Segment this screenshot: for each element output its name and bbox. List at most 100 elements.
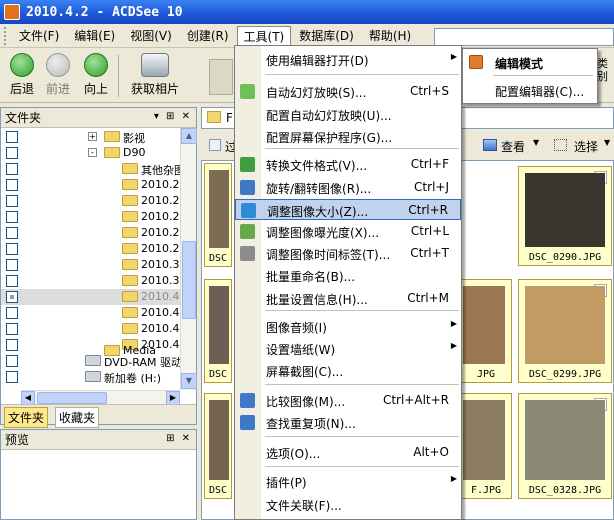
back-arrow-icon [10,53,34,77]
tools-menu-item[interactable]: 旋转/翻转图像(R)... Ctrl+J [235,177,461,198]
menu-database[interactable]: 数据库(D) [292,25,361,46]
menu-item-label: 旋转/翻转图像(R)... [266,182,372,196]
tree-checkbox[interactable] [6,131,18,143]
acquire-photos-button[interactable]: 获取相片 [126,53,184,97]
menu-separator [265,384,459,385]
tree-checkbox[interactable] [6,371,18,383]
tree-item[interactable]: 2010.2. [1,177,196,193]
tree-item[interactable]: 2010.3. [1,273,196,289]
menu-create[interactable]: 创建(R) [180,25,236,46]
tools-menu-item[interactable]: 转换文件格式(V)... Ctrl+F [235,154,461,175]
tab-folders[interactable]: 文件夹 [4,407,49,428]
tree-item[interactable]: 2010.4. [1,289,196,305]
menu-edit[interactable]: 编辑(E) [67,25,122,46]
scroll-right-button[interactable]: ▶ [166,391,180,405]
submenu-configure-editor[interactable]: 配置编辑器(C)... [463,79,597,101]
folder-pane-tabs: 文件夹 收藏夹 [1,404,196,428]
tools-menu-item[interactable]: 配置自动幻灯放映(U)... [235,104,461,125]
tree-item[interactable]: 2010.4. [1,305,196,321]
thumbnail-item[interactable]: DSC_0299.JPG [518,279,612,383]
folder-icon [122,179,138,190]
folder-pane-title: 文件夹 [5,111,42,125]
menu-view[interactable]: 视图(V) [123,25,179,46]
toolbar-partial-button[interactable] [209,59,233,95]
tools-menu-item[interactable]: 调整图像大小(Z)... Ctrl+R [235,199,461,220]
menu-item-label: 使用编辑器打开(D) [266,54,369,68]
pane-controls[interactable]: ▾ ⊞ ✕ [154,111,192,122]
menu-file[interactable]: 文件(F) [12,25,66,46]
tree-expander-icon[interactable]: - [88,148,97,157]
tools-menu-item[interactable]: 比较图像(M)... Ctrl+Alt+R [235,390,461,411]
thumbnail-item[interactable]: JPG [460,279,512,383]
tools-menu-item[interactable]: 屏幕截图(C)... [235,360,461,381]
preview-pane-title: 预览 [5,433,30,447]
thumbnail-item[interactable]: DSC_0328.JPG [518,393,612,499]
hscroll-thumb[interactable] [37,392,107,404]
tools-menu-item[interactable]: 调整图像时间标签(T)... Ctrl+T [235,243,461,264]
tools-menu-item[interactable]: 使用编辑器打开(D) ▶ [235,49,461,70]
tree-item-label: 2010.4. [141,306,183,319]
thumbnail-item[interactable]: F.JPG [460,393,512,499]
tree-item[interactable]: + 影视 [1,129,196,145]
tree-item[interactable]: DVD-RAM 驱动器 [1,353,196,369]
tools-menu-item[interactable]: 文件关联(F)... [235,494,461,515]
scroll-down-button[interactable]: ▼ [181,373,197,389]
tree-checkbox[interactable] [6,227,18,239]
tools-menu-item[interactable]: 选项(O)... Alt+O [235,442,461,463]
tree-vertical-scrollbar[interactable]: ▲ ▼ [180,128,197,390]
thumbnail-item[interactable]: DSC_0290.JPG [518,166,612,266]
tools-menu-item[interactable]: 批量设置信息(H)... Ctrl+M [235,288,461,309]
tree-item[interactable]: 2010.4. [1,321,196,337]
search-input[interactable] [434,28,614,46]
tree-item[interactable]: 2010.3. [1,257,196,273]
menubar-grip[interactable] [4,26,8,45]
tree-item[interactable]: 2010.2. [1,209,196,225]
tools-menu-item[interactable]: 调整图像曝光度(X)... Ctrl+L [235,221,461,242]
tree-item[interactable]: 2010.2. [1,241,196,257]
tree-checkbox[interactable] [6,163,18,175]
thumbnail-item[interactable]: DSC [204,393,232,499]
tree-checkbox[interactable] [6,323,18,335]
tree-item[interactable]: 其他杂图 [1,161,196,177]
scroll-left-button[interactable]: ◀ [21,391,35,405]
tree-checkbox[interactable] [6,147,18,159]
tree-item[interactable]: - D90 [1,145,196,161]
back-button[interactable]: 后退 [6,53,38,97]
tab-favorites[interactable]: 收藏夹 [55,407,100,428]
tree-checkbox[interactable] [6,259,18,271]
tree-checkbox[interactable] [6,211,18,223]
tree-expander-icon[interactable]: + [88,132,97,141]
tools-menu-item[interactable]: 批量重命名(B)... [235,265,461,286]
menu-help[interactable]: 帮助(H) [362,25,418,46]
up-button[interactable]: 向上 [80,53,112,97]
tree-horizontal-scrollbar[interactable]: ◀ ▶ [21,390,180,405]
select-dropdown-arrow-icon[interactable]: ▼ [604,138,610,147]
tree-checkbox[interactable] [6,179,18,191]
tools-menu-item[interactable]: 自动幻灯放映(S)... Ctrl+S [235,81,461,102]
tools-menu-item[interactable]: 图像音频(I) ▶ [235,316,461,337]
tree-checkbox[interactable] [6,291,18,303]
tree-checkbox[interactable] [6,243,18,255]
submenu-edit-mode[interactable]: 编辑模式 [463,51,597,73]
tools-menu-item[interactable]: 设置墙纸(W) ▶ [235,338,461,359]
tree-checkbox[interactable] [6,275,18,287]
tree-checkbox[interactable] [6,355,18,367]
select-button[interactable]: 选择 [574,138,598,155]
view-dropdown-arrow-icon[interactable]: ▼ [533,138,539,147]
scroll-thumb[interactable] [182,241,196,319]
thumbnail-item[interactable]: DSC [204,163,232,267]
menu-tools[interactable]: 工具(T) [236,25,292,46]
tools-menu-item[interactable]: 配置屏幕保护程序(G)... [235,126,461,147]
tree-item[interactable]: 2010.2. [1,193,196,209]
tools-menu-item[interactable]: 查找重复项(N)... [235,412,461,433]
tree-checkbox[interactable] [6,307,18,319]
forward-button[interactable]: 前进 [42,53,74,97]
view-button[interactable]: 查看 [501,138,525,155]
tools-menu-item[interactable]: 插件(P) ▶ [235,471,461,492]
scroll-up-button[interactable]: ▲ [181,128,197,144]
tree-item[interactable]: 新加卷 (H:) [1,369,196,385]
thumbnail-item[interactable]: DSC [204,279,232,383]
preview-pane-controls[interactable]: ⊞ ✕ [166,433,192,444]
tree-item[interactable]: 2010.2. [1,225,196,241]
tree-checkbox[interactable] [6,195,18,207]
